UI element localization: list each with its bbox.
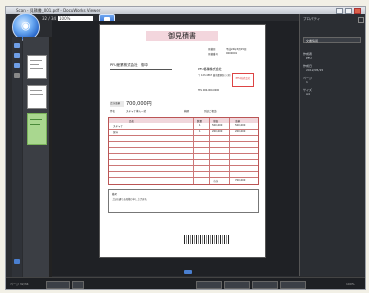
field-value: 2012/05/15 [306,68,324,72]
status-page: ページ 32/34 [10,282,29,286]
panel-close-icon[interactable] [358,17,364,23]
status-button[interactable] [196,281,222,289]
barcode [184,235,230,244]
status-button[interactable] [280,281,306,289]
notes-text: 上記の通りお見積り申し上げます。 [112,198,149,201]
delivery-value: 別途ご相談 [204,110,217,113]
item-qty: 1 [199,124,201,127]
status-button[interactable] [72,281,84,289]
item-name: 保守 [113,131,119,134]
item-price: 200,000 [212,130,223,133]
thumbnail-tool-icon[interactable] [14,43,20,48]
notes-label: 備考 [112,193,118,196]
subtotal-label: 小計 [213,180,219,183]
title-bar: Scan - 見積書_001.pdf - DocuWorks Viewer [6,7,365,14]
item-name: スキャナ [113,125,124,128]
company-phone: TEL 000-000-0000 [198,89,220,92]
thumbnail-page[interactable] [27,55,47,79]
items-table: 品名 数量 単価 金額 スキャナ 1 500,000 500,000 保守 1 … [108,117,259,185]
settings-tool-icon[interactable] [14,259,20,264]
item-qty: 1 [199,130,201,133]
total-value: 700,000円 [126,101,152,107]
properties-panel: プロパティ 文書情報 作成者 PFU 作成日 2012/05/15 ページ 1 … [299,14,365,276]
field-value: 1 [306,80,308,84]
status-button[interactable] [224,281,250,289]
thumbnail-page[interactable] [27,85,47,109]
table-header-cell: 金額 [235,120,241,123]
notes-box: 備考 上記の通りお見積り申し上げます。 [108,189,259,213]
left-tool-strip [12,37,22,279]
canvas-scroll-handle[interactable] [184,270,192,274]
company-name: PFU各種株式会社 [198,67,222,71]
subject-value: スキャナ導入一式 [126,110,147,113]
date-label: 見積日 [208,48,216,51]
thumbnail-panel [23,37,49,279]
document-title: 御見積書 [146,31,218,41]
document-page: 御見積書 見積日 平成24年5月15日 見積番号 0000001 PFU産業株式… [100,25,265,257]
item-amount: 200,000 [235,130,246,133]
property-dropdown[interactable]: 文書情報 [303,37,361,43]
search-tool-icon[interactable] [14,63,20,68]
date-value: 平成24年5月15日 [226,48,247,51]
table-header-cell: 数量 [197,120,203,123]
status-button[interactable] [252,281,278,289]
table-header-cell: 単価 [213,120,219,123]
number-value: 0000001 [226,52,238,55]
thumbnail-page-selected[interactable] [27,113,47,145]
document-canvas: 御見積書 見積日 平成24年5月15日 見積番号 0000001 PFU産業株式… [52,21,299,276]
number-label: 見積番号 [208,53,219,56]
item-amount: 500,000 [235,124,246,127]
status-button[interactable] [46,281,70,289]
company-seal-stamp: PFU株式会社 [232,73,254,87]
field-value: PFU [306,56,312,60]
field-value: A4 [306,92,310,96]
status-zoom: 100% [346,282,355,286]
subject-label: 件名 [110,110,116,113]
panel-header: プロパティ [303,17,321,21]
viewer-window: Scan - 見積書_001.pdf - DocuWorks Viewer ◉ … [5,6,366,290]
annotation-tool-icon[interactable] [14,73,20,78]
recipient: PFU産業株式会社 御中 [110,63,149,67]
delivery-label: 納期 [184,110,190,113]
app-logo-icon: ◉ [21,19,31,32]
company-address: 〒 123-4567 東京都港区○○町 [198,74,231,77]
status-bar: ページ 32/34 100% [6,277,365,289]
table-header-row: 品名 数量 単価 金額 [109,118,258,123]
subtotal-value: 700,000 [235,179,246,182]
bookmark-tool-icon[interactable] [14,53,20,58]
total-label: 合計金額 [110,101,124,107]
table-header-cell: 品名 [129,120,135,123]
item-price: 500,000 [212,124,223,127]
